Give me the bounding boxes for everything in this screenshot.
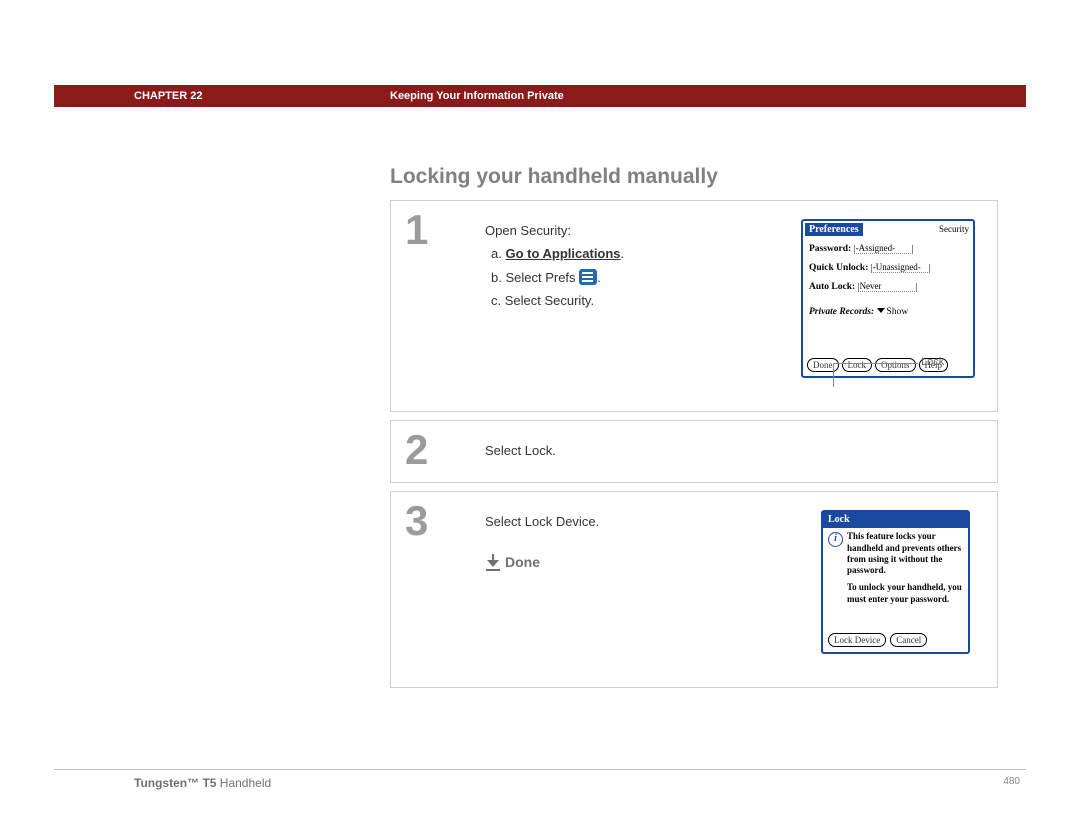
chapter-title: Keeping Your Information Private (390, 90, 564, 102)
chapter-label: CHAPTER 22 (134, 90, 202, 102)
step1-c: c. Select Security. (485, 289, 801, 312)
auto-lock-label: Auto Lock: (809, 282, 855, 292)
step1-b-suffix: . (597, 270, 601, 285)
step-number: 2 (391, 421, 485, 482)
lock-callout-line-v (833, 363, 834, 387)
prefs-icon (579, 269, 597, 285)
done-indicator: Done (485, 550, 821, 575)
steps-container: 1 Open Security: a. Go to Applications. … (390, 200, 998, 696)
auto-lock-value[interactable]: Never (858, 281, 917, 292)
step1-a-prefix: a. (491, 246, 505, 261)
palm-options-button[interactable]: Options (875, 358, 916, 372)
lock-callout-label: Lock (921, 356, 944, 368)
step-3-text: Select Lock Device. Done (485, 510, 821, 667)
step1-b-prefix: b. Select Prefs (491, 270, 579, 285)
step-1: 1 Open Security: a. Go to Applications. … (390, 200, 998, 412)
step-2-text: Select Lock. (485, 439, 985, 462)
lock-callout-line-h (833, 363, 918, 364)
info-icon: i (828, 532, 843, 547)
cancel-button[interactable]: Cancel (890, 633, 927, 647)
step-number: 1 (391, 201, 485, 411)
private-records-label: Private Records: (809, 307, 874, 317)
product-rest: Handheld (216, 776, 271, 790)
step1-a-suffix: . (621, 246, 625, 261)
quick-unlock-label: Quick Unlock: (809, 263, 868, 273)
step3-line: Select Lock Device. (485, 510, 821, 533)
palm-prefs-category: Security (939, 224, 969, 234)
product-name: Tungsten™ T5 Handheld (134, 776, 271, 790)
step-2: 2 Select Lock. (390, 420, 998, 483)
palm-preferences-screenshot: Preferences Security Password: -Assigned… (801, 219, 975, 378)
palm-lock-screenshot: Lock i This feature locks your handheld … (821, 510, 970, 654)
quick-unlock-value[interactable]: -Unassigned- (871, 262, 930, 273)
palm-prefs-title: Preferences (805, 223, 863, 236)
page-footer: Tungsten™ T5 Handheld 480 (134, 776, 1020, 790)
lock-dialog-para2: To unlock your handheld, you must enter … (847, 582, 963, 605)
done-label: Done (505, 554, 540, 570)
chapter-bar: CHAPTER 22 Keeping Your Information Priv… (54, 85, 1026, 107)
palm-lock-title: Lock (823, 512, 968, 528)
password-label: Password: (809, 244, 851, 254)
palm-lock-button[interactable]: Lock (842, 358, 873, 372)
footer-divider (54, 769, 1026, 770)
step-number: 3 (391, 492, 485, 687)
step-3: 3 Select Lock Device. Done Lock i This f… (390, 491, 998, 688)
palm-lock-buttons: Lock Device Cancel (828, 633, 927, 647)
done-arrow-icon (485, 554, 501, 570)
private-records-value[interactable]: Show (887, 307, 909, 317)
step-1-text: Open Security: a. Go to Applications. b.… (485, 219, 801, 391)
go-to-applications-link[interactable]: Go to Applications (505, 246, 620, 261)
step1-intro: Open Security: (485, 219, 801, 242)
product-bold: Tungsten™ T5 (134, 776, 216, 790)
lock-device-button[interactable]: Lock Device (828, 633, 886, 647)
page-heading: Locking your handheld manually (390, 165, 718, 189)
lock-dialog-para1: This feature locks your handheld and pre… (847, 531, 963, 576)
page-number: 480 (1003, 776, 1020, 790)
password-value[interactable]: -Assigned- (854, 243, 913, 254)
dropdown-icon (877, 308, 885, 313)
